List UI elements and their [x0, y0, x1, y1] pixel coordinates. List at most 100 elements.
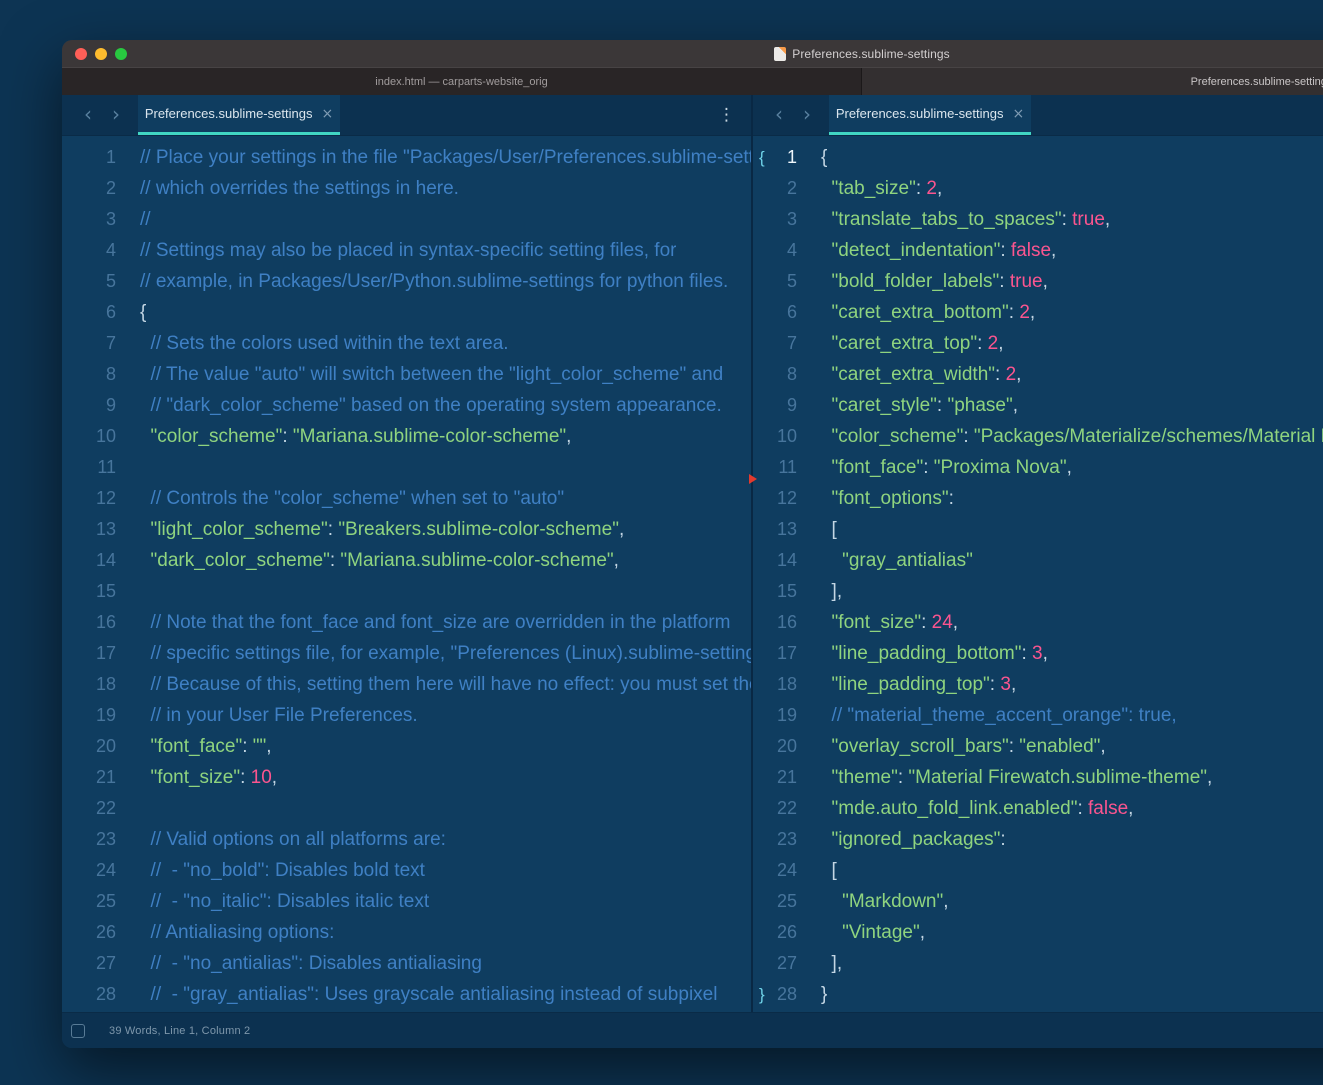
line-number: 27: [62, 948, 130, 979]
line-number: 20: [753, 731, 811, 762]
code-text: // Controls the "color_scheme" when set …: [130, 483, 564, 514]
code-editor-default-settings[interactable]: 1// Place your settings in the file "Pac…: [62, 136, 751, 1013]
code-line: 12 // Controls the "color_scheme" when s…: [62, 483, 751, 514]
code-text: "Markdown",: [811, 886, 949, 917]
window-tab-preferences[interactable]: Preferences.sublime-settings: [862, 68, 1323, 96]
line-number: 16: [753, 607, 811, 638]
history-forward-icon[interactable]: ›: [793, 95, 821, 135]
code-text: "caret_style": "phase",: [811, 390, 1018, 421]
line-number: 20: [62, 731, 130, 762]
close-window-button[interactable]: [75, 48, 87, 60]
line-number: 14: [753, 545, 811, 576]
code-text: // Place your settings in the file "Pack…: [130, 142, 751, 173]
code-text: "line_padding_bottom": 3,: [811, 638, 1048, 669]
line-number: 7: [753, 328, 811, 359]
code-text: // Settings may also be placed in syntax…: [130, 235, 676, 266]
overflow-menu-icon[interactable]: ⋮: [718, 105, 735, 125]
code-text: "font_options":: [811, 483, 954, 514]
line-number: 11: [62, 452, 130, 483]
zoom-window-button[interactable]: [115, 48, 127, 60]
code-text: ],: [811, 948, 842, 979]
line-number: 22: [62, 793, 130, 824]
history-back-icon[interactable]: ‹: [765, 95, 793, 135]
code-line: 21 "font_size": 10,: [62, 762, 751, 793]
code-line: 25 "Markdown",: [753, 886, 1323, 917]
code-text: "dark_color_scheme": "Mariana.sublime-co…: [130, 545, 619, 576]
code-line: 3//: [62, 204, 751, 235]
window-tab-index-html[interactable]: index.html — carparts-website_orig: [62, 68, 862, 96]
code-line: }28}: [753, 979, 1323, 1010]
close-tab-icon[interactable]: ×: [1012, 106, 1024, 122]
file-tab-preferences[interactable]: Preferences.sublime-settings ×: [829, 95, 1031, 135]
status-bar: 39 Words, Line 1, Column 2: [62, 1012, 1323, 1048]
line-number: 2: [62, 173, 130, 204]
code-line: 5 "bold_folder_labels": true,: [753, 266, 1323, 297]
code-text: "caret_extra_bottom": 2,: [811, 297, 1035, 328]
code-line: 24 [: [753, 855, 1323, 886]
line-number: 23: [62, 824, 130, 855]
line-number: 3: [62, 204, 130, 235]
code-text: "detect_indentation": false,: [811, 235, 1056, 266]
minimize-window-button[interactable]: [95, 48, 107, 60]
line-number: 23: [753, 824, 811, 855]
history-forward-icon[interactable]: ›: [102, 95, 130, 135]
status-text: 39 Words, Line 1, Column 2: [109, 1025, 250, 1037]
code-text: "translate_tabs_to_spaces": true,: [811, 204, 1110, 235]
sublime-text-window: Preferences.sublime-settings index.html …: [62, 40, 1323, 1048]
code-line: 13 "light_color_scheme": "Breakers.subli…: [62, 514, 751, 545]
code-editor-user-settings[interactable]: {1{2 "tab_size": 2,3 "translate_tabs_to_…: [753, 136, 1323, 1013]
window-tab-strip: index.html — carparts-website_orig Prefe…: [62, 67, 1323, 96]
file-tab-preferences[interactable]: Preferences.sublime-settings ×: [138, 95, 340, 135]
code-line: 22 "mde.auto_fold_link.enabled": false,: [753, 793, 1323, 824]
history-back-icon[interactable]: ‹: [74, 95, 102, 135]
line-number: 6: [62, 297, 130, 328]
line-number: 21: [62, 762, 130, 793]
code-text: "caret_extra_width": 2,: [811, 359, 1021, 390]
document-icon: [774, 47, 786, 61]
code-text: // - "gray_antialias": Uses grayscale an…: [130, 979, 717, 1010]
code-text: "mde.auto_fold_link.enabled": false,: [811, 793, 1133, 824]
code-text: }: [811, 979, 827, 1010]
code-text: //: [130, 204, 151, 235]
code-line: 27 ],: [753, 948, 1323, 979]
titlebar[interactable]: Preferences.sublime-settings: [62, 40, 1323, 67]
code-lines: 1// Place your settings in the file "Pac…: [62, 142, 751, 1010]
line-number: 5: [753, 266, 811, 297]
code-line: 15 ],: [753, 576, 1323, 607]
line-number: 9: [753, 390, 811, 421]
line-number: 12: [753, 483, 811, 514]
code-line: 6 "caret_extra_bottom": 2,: [753, 297, 1323, 328]
code-text: "ignored_packages":: [811, 824, 1006, 855]
code-line: 22: [62, 793, 751, 824]
line-number: 19: [753, 700, 811, 731]
code-text: // - "no_bold": Disables bold text: [130, 855, 425, 886]
code-text: "color_scheme": "Mariana.sublime-color-s…: [130, 421, 571, 452]
code-text: "font_face": "Proxima Nova",: [811, 452, 1072, 483]
line-number: 13: [62, 514, 130, 545]
line-number: 8: [62, 359, 130, 390]
traffic-lights: [75, 40, 127, 67]
code-line: 18 "line_padding_top": 3,: [753, 669, 1323, 700]
line-number: 15: [62, 576, 130, 607]
code-text: "Vintage",: [811, 917, 925, 948]
window-tab-label: index.html — carparts-website_orig: [375, 76, 547, 88]
line-number: 9: [62, 390, 130, 421]
line-number: 13: [753, 514, 811, 545]
code-line: 2// which overrides the settings in here…: [62, 173, 751, 204]
code-line: 16 // Note that the font_face and font_s…: [62, 607, 751, 638]
code-line: 14 "dark_color_scheme": "Mariana.sublime…: [62, 545, 751, 576]
code-line: 11: [62, 452, 751, 483]
code-text: [130, 452, 140, 483]
close-tab-icon[interactable]: ×: [321, 106, 333, 122]
code-line: 1// Place your settings in the file "Pac…: [62, 142, 751, 173]
desktop: Preferences.sublime-settings index.html …: [0, 0, 1323, 1085]
code-text: // Valid options on all platforms are:: [130, 824, 446, 855]
line-number: 26: [62, 917, 130, 948]
line-number: 2: [753, 173, 811, 204]
code-line: 26 "Vintage",: [753, 917, 1323, 948]
code-line: 4 "detect_indentation": false,: [753, 235, 1323, 266]
left-tab-bar: ‹ › Preferences.sublime-settings × ⋮: [62, 95, 751, 136]
code-line: 27 // - "no_antialias": Disables antiali…: [62, 948, 751, 979]
status-square-icon[interactable]: [71, 1024, 85, 1038]
line-number: 4: [753, 235, 811, 266]
